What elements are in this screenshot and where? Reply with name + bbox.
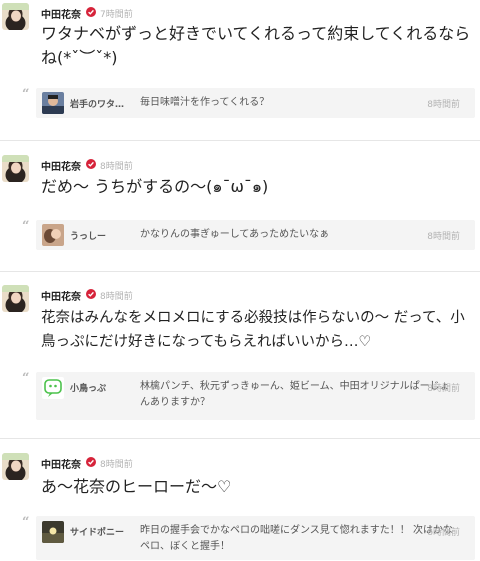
quote-icon: “ — [22, 219, 30, 234]
avatar[interactable] — [2, 3, 29, 30]
reply-text: 昨日の握手会でかなペロの咄嗟にダンス見て惚れますた！！ 次はかなペロ、ぼくと握手… — [140, 525, 453, 552]
author-name[interactable]: 中田花奈 — [41, 6, 81, 21]
reply-card[interactable]: うっしー かなりんの事ぎゅーしてあっためたいなぁ 8時間前 — [36, 220, 475, 250]
reply-avatar[interactable] — [42, 92, 64, 114]
timestamp[interactable]: 8時間前 — [100, 159, 133, 172]
reply-timestamp: 8時間前 — [427, 384, 460, 394]
verified-check-icon — [86, 159, 96, 169]
reply-card[interactable]: サイドポニー 昨日の握手会でかなペロの咄嗟にダンス見て惚れますた！！ 次はかなペ… — [36, 516, 475, 560]
reply-text: 林檎パンチ、秋元ずっきゅーん、姫ビーム、中田オリジナルぱーじょんありますか？ — [140, 381, 450, 408]
post-text: ワタナベがずっと好きでいてくれるって約束してくれるならね(*ˇ︶ˇ*) — [41, 24, 471, 67]
quote-icon: “ — [22, 515, 30, 530]
avatar[interactable] — [2, 285, 29, 312]
avatar[interactable] — [2, 453, 29, 480]
avatar[interactable] — [2, 155, 29, 182]
verified-check-icon — [86, 289, 96, 299]
reply-avatar[interactable] — [42, 377, 64, 399]
reply-card[interactable]: 小鳥っぷ 林檎パンチ、秋元ずっきゅーん、姫ビーム、中田オリジナルぱーじょんありま… — [36, 372, 475, 420]
reply-avatar[interactable] — [42, 224, 64, 246]
author-name[interactable]: 中田花奈 — [41, 456, 81, 471]
reply-text: 毎日味噌汁を作ってくれる？ — [140, 97, 270, 108]
post: 中田花奈 8時間前 花奈はみんなをメロメロにする必殺技は作らないの〜 だって、小… — [0, 272, 480, 438]
reply-timestamp: 8時間前 — [427, 232, 460, 242]
reply-author[interactable]: 小鳥っぷ — [70, 381, 106, 394]
reply-text: かなりんの事ぎゅーしてあっためたいなぁ — [140, 229, 330, 240]
post: 中田花奈 7時間前 ワタナベがずっと好きでいてくれるって約束してくれるならね(*… — [0, 0, 480, 140]
reply-author[interactable]: うっしー — [70, 229, 106, 242]
verified-check-icon — [86, 7, 96, 17]
timestamp[interactable]: 8時間前 — [100, 457, 133, 470]
post-text: 花奈はみんなをメロメロにする必殺技は作らないの〜 だって、小鳥っぷにだけ好きにな… — [41, 310, 465, 350]
post-text: だめ〜 うちがするの〜(๑¯ω¯๑) — [41, 177, 269, 196]
reply-author[interactable]: サイドポニー — [70, 525, 124, 538]
reply-avatar[interactable] — [42, 521, 64, 543]
timestamp[interactable]: 8時間前 — [100, 289, 133, 302]
reply-author[interactable]: 岩手のワタ… — [70, 97, 124, 110]
author-name[interactable]: 中田花奈 — [41, 158, 81, 173]
post: 中田花奈 8時間前 だめ〜 うちがするの〜(๑¯ω¯๑) “ うっしー かなりん… — [0, 141, 480, 271]
post-text: あ〜花奈のヒーローだ〜♡ — [41, 477, 232, 496]
reply-card[interactable]: 岩手のワタ… 毎日味噌汁を作ってくれる？ 8時間前 — [36, 88, 475, 118]
timestamp[interactable]: 7時間前 — [100, 7, 133, 20]
author-name[interactable]: 中田花奈 — [41, 288, 81, 303]
quote-icon: “ — [22, 371, 30, 386]
reply-timestamp: 8時間前 — [427, 528, 460, 538]
post: 中田花奈 8時間前 あ〜花奈のヒーローだ〜♡ “ サイドポニー 昨日の握手会でか… — [0, 439, 480, 561]
quote-icon: “ — [22, 87, 30, 102]
verified-check-icon — [86, 457, 96, 467]
reply-timestamp: 8時間前 — [427, 100, 460, 110]
